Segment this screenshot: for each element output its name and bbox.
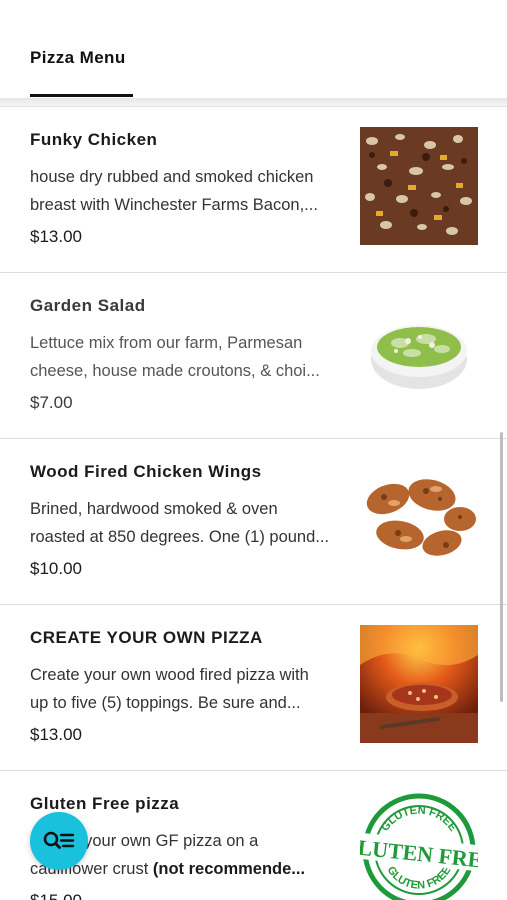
search-list-icon <box>43 831 75 849</box>
garden-salad-image[interactable] <box>360 293 478 411</box>
item-description: Lettuce mix from our farm, Parmesan chee… <box>30 334 320 380</box>
item-name: CREATE YOUR OWN PIZZA <box>30 628 263 647</box>
menu-item-garden-salad[interactable]: Garden Salad Lettuce mix from our farm, … <box>0 273 507 439</box>
menu-list: Funky Chicken house dry rubbed and smoke… <box>0 107 507 900</box>
item-description: Create your own wood fired pizza with up… <box>30 666 309 712</box>
menu-tab-bar: Pizza Menu <box>0 0 507 98</box>
item-description: house dry rubbed and smoked chicken brea… <box>30 168 318 214</box>
item-name: Garden Salad <box>30 296 146 315</box>
funky-chicken-image[interactable] <box>360 127 478 245</box>
menu-item-create-your-own-pizza[interactable]: CREATE YOUR OWN PIZZA Create your own wo… <box>0 605 507 771</box>
menu-item-funky-chicken[interactable]: Funky Chicken house dry rubbed and smoke… <box>0 107 507 273</box>
item-price: $13.00 <box>30 725 82 744</box>
tab-bar-divider <box>0 98 507 107</box>
item-name: Wood Fired Chicken Wings <box>30 462 262 481</box>
chicken-wings-image[interactable] <box>360 459 478 577</box>
item-price: $15.00 <box>30 891 82 900</box>
item-price: $10.00 <box>30 559 82 578</box>
item-name: Gluten Free pizza <box>30 794 180 813</box>
search-menu-fab[interactable] <box>30 812 88 870</box>
tab-pizza-menu[interactable]: Pizza Menu <box>30 48 126 68</box>
item-price: $13.00 <box>30 227 82 246</box>
item-price: $7.00 <box>30 393 73 412</box>
active-tab-indicator <box>30 94 133 97</box>
item-description: Brined, hardwood smoked & oven roasted a… <box>30 500 330 546</box>
menu-item-chicken-wings[interactable]: Wood Fired Chicken Wings Brined, hardwoo… <box>0 439 507 605</box>
wood-fired-pizza-image[interactable] <box>360 625 478 743</box>
gluten-free-stamp-image[interactable]: GLUTEN FREE GLUTEN FREE GLUTEN FREE <box>360 791 478 900</box>
scrollbar[interactable] <box>500 432 503 702</box>
item-name: Funky Chicken <box>30 130 158 149</box>
